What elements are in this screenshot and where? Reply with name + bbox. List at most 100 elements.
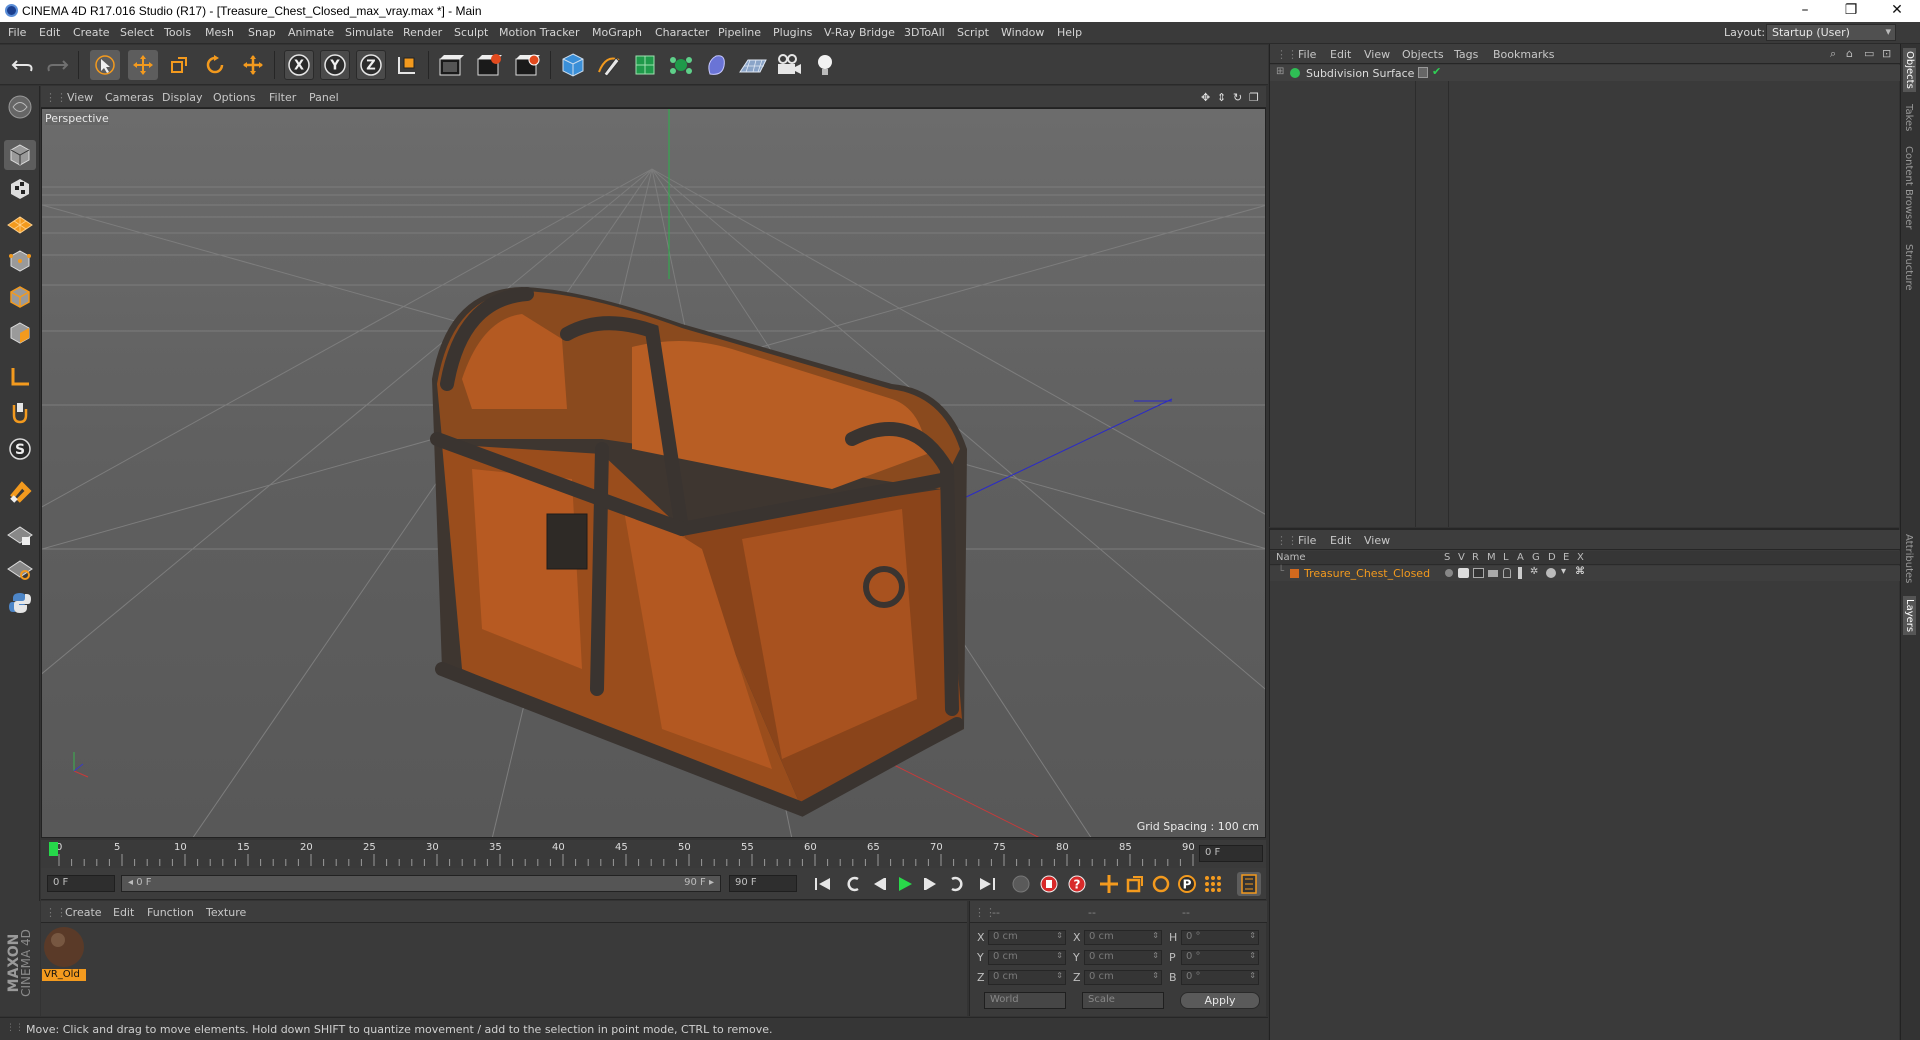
side-tab-attributes[interactable]: Attributes — [1903, 534, 1914, 583]
edit-render-settings-icon[interactable] — [512, 50, 542, 80]
previous-frame-icon[interactable] — [867, 872, 891, 896]
material-menu-texture[interactable]: Texture — [206, 906, 246, 919]
menu-help[interactable]: Help — [1057, 26, 1082, 39]
menu-mograph[interactable]: MoGraph — [592, 26, 642, 39]
menu-select[interactable]: Select — [120, 26, 154, 39]
go-to-start-icon[interactable] — [811, 872, 835, 896]
next-frame-icon[interactable] — [919, 872, 943, 896]
side-tab-content-browser[interactable]: Content Browser — [1903, 146, 1914, 229]
close-button[interactable]: ✕ — [1874, 0, 1920, 22]
workplane-mode-icon[interactable] — [4, 208, 36, 238]
maximize-panel-icon[interactable]: ⊡ — [1882, 47, 1891, 60]
viewport-zoom-icon[interactable]: ⇕ — [1217, 91, 1226, 104]
coord-field[interactable]: 0 ° — [1181, 970, 1259, 985]
menu-window[interactable]: Window — [1001, 26, 1044, 39]
menu-mesh[interactable]: Mesh — [205, 26, 234, 39]
deformers-toggle-icon[interactable] — [1546, 568, 1556, 578]
column-expressions[interactable]: E — [1563, 552, 1569, 563]
viewport-menu-filter[interactable]: Filter — [269, 91, 296, 104]
points-mode-icon[interactable] — [4, 246, 36, 276]
rotate-icon[interactable] — [200, 50, 230, 80]
column-xrefs[interactable]: X — [1577, 552, 1584, 563]
menu-plugins[interactable]: Plugins — [773, 26, 812, 39]
key-position-icon[interactable] — [1097, 872, 1121, 896]
column-solo[interactable]: S — [1444, 552, 1450, 563]
minimize-button[interactable]: – — [1782, 0, 1828, 22]
column-deformers[interactable]: D — [1548, 552, 1556, 563]
render-picture-viewer-icon[interactable] — [474, 50, 504, 80]
solo-toggle-icon[interactable] — [1445, 569, 1453, 577]
model-mode-icon[interactable] — [4, 140, 36, 170]
object-menu-objects[interactable]: Objects — [1402, 48, 1444, 61]
previous-key-icon[interactable] — [841, 872, 865, 896]
redo-icon[interactable] — [42, 50, 72, 80]
locked-workplane-icon[interactable] — [4, 520, 36, 550]
side-tab-structure[interactable]: Structure — [1903, 244, 1914, 291]
viewport-menu-view[interactable]: View — [67, 91, 93, 104]
xrefs-toggle-icon[interactable]: ⌘ — [1575, 566, 1585, 577]
key-scale-icon[interactable] — [1123, 872, 1147, 896]
move-icon[interactable] — [128, 50, 158, 80]
key-parameter-icon[interactable]: P — [1175, 872, 1199, 896]
animation-toggle-icon[interactable] — [1518, 567, 1522, 579]
viewport-menu-options[interactable]: Options — [213, 91, 255, 104]
object-menu-tags[interactable]: Tags — [1454, 48, 1478, 61]
coord-field[interactable]: 0 cm — [988, 930, 1066, 945]
material-menu-edit[interactable]: Edit — [113, 906, 134, 919]
frame-range-slider[interactable]: ◂ 0 F 90 F ▸ — [121, 875, 721, 892]
layer-menu-file[interactable]: File — [1298, 534, 1316, 547]
expand-icon[interactable]: ⊞ — [1276, 66, 1284, 77]
coord-field[interactable]: 0 cm — [1084, 930, 1162, 945]
column-render[interactable]: R — [1472, 552, 1479, 563]
viewport-menu-cameras[interactable]: Cameras — [105, 91, 154, 104]
light-icon[interactable] — [810, 50, 840, 80]
viewport-menu-panel[interactable]: Panel — [309, 91, 339, 104]
object-menu-file[interactable]: File — [1298, 48, 1316, 61]
timeline-window-icon[interactable] — [1237, 872, 1261, 896]
coord-field[interactable]: 0 cm — [988, 950, 1066, 965]
menu-create[interactable]: Create — [73, 26, 110, 39]
floor-icon[interactable] — [738, 50, 768, 80]
cube-icon[interactable] — [558, 50, 588, 80]
menu-vray-bridge[interactable]: V-Ray Bridge — [824, 26, 895, 39]
menu-animate[interactable]: Animate — [288, 26, 334, 39]
view-toggle-icon[interactable] — [1458, 568, 1469, 578]
column-name[interactable]: Name — [1276, 552, 1306, 563]
move-last-icon[interactable] — [238, 50, 268, 80]
perspective-viewport[interactable]: Perspective Grid Spacing : 100 cm — [41, 108, 1266, 838]
autokey-icon[interactable]: ? — [1065, 872, 1089, 896]
treasure-chest-model[interactable] — [430, 287, 967, 817]
key-pla-icon[interactable] — [1201, 872, 1225, 896]
planar-workplane-icon[interactable] — [4, 554, 36, 584]
python-icon[interactable] — [4, 588, 36, 618]
axis-mode-icon[interactable] — [4, 362, 36, 392]
coord-mode-select[interactable]: Scale — [1082, 992, 1164, 1009]
scale-icon[interactable] — [164, 50, 194, 80]
x-axis-icon[interactable]: X — [284, 50, 314, 80]
object-row-subdivision-surface[interactable]: ⊞ Subdivision Surface ✔ — [1270, 65, 1900, 81]
camera-icon[interactable] — [774, 50, 804, 80]
side-tab-objects[interactable]: Objects — [1903, 48, 1916, 92]
generators-toggle-icon[interactable]: ✲ — [1530, 566, 1538, 577]
live-selection-icon[interactable] — [90, 50, 120, 80]
object-menu-view[interactable]: View — [1364, 48, 1390, 61]
end-frame-field[interactable]: 90 F — [729, 875, 797, 892]
column-manager[interactable]: M — [1487, 552, 1496, 563]
coord-field[interactable]: 0 cm — [1084, 970, 1162, 985]
subdivision-icon[interactable] — [630, 50, 660, 80]
deformer-icon[interactable] — [702, 50, 732, 80]
menu-sculpt[interactable]: Sculpt — [454, 26, 488, 39]
timeline-ruler[interactable]: 0 5 10 15 20 25 30 35 40 45 50 55 60 65 … — [41, 840, 1266, 868]
material-menu-create[interactable]: Create — [65, 906, 102, 919]
viewport-rotate-icon[interactable]: ↻ — [1233, 91, 1242, 104]
mograph-icon[interactable] — [666, 50, 696, 80]
enabled-check-icon[interactable]: ✔ — [1432, 65, 1441, 78]
go-to-end-icon[interactable] — [975, 872, 999, 896]
coord-field[interactable]: 0 cm — [1084, 950, 1162, 965]
menu-snap[interactable]: Snap — [248, 26, 276, 39]
viewport-toggle-icon[interactable]: ❐ — [1249, 91, 1259, 104]
menu-motion-tracker[interactable]: Motion Tracker — [499, 26, 579, 39]
layer-color-swatch[interactable] — [1290, 569, 1299, 578]
viewport-menu-display[interactable]: Display — [162, 91, 203, 104]
z-axis-icon[interactable]: Z — [356, 50, 386, 80]
